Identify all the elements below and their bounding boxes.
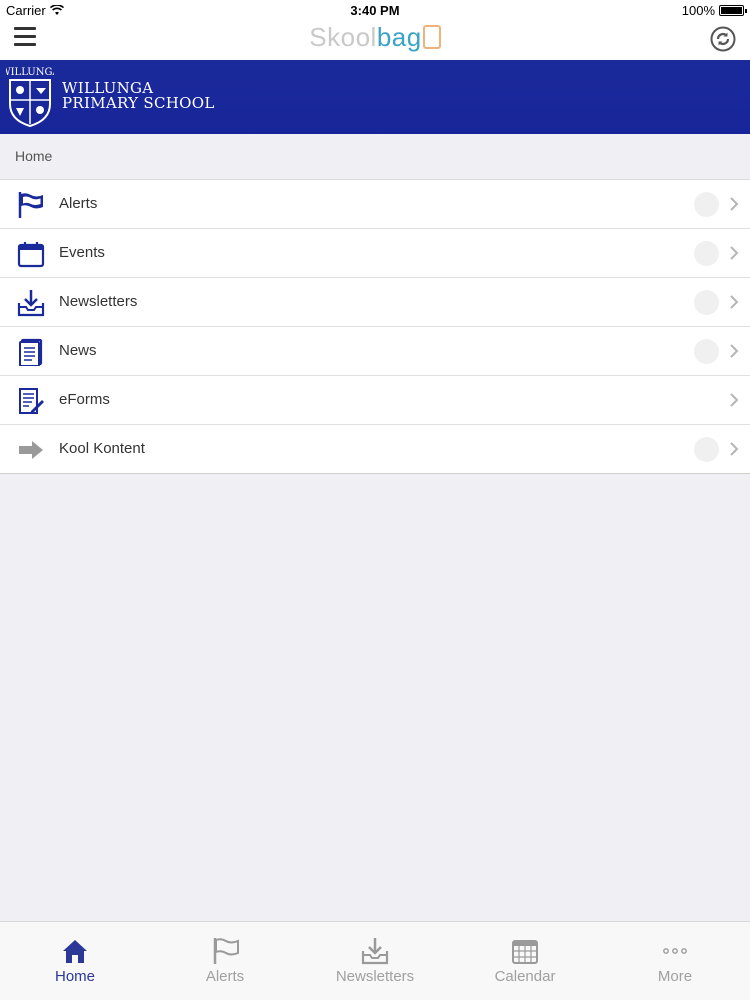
calendar-icon [17, 242, 45, 268]
nav-bar: Skoolbag [0, 20, 750, 60]
chevron-right-icon [730, 246, 739, 260]
more-dots-icon [663, 948, 687, 954]
menu-item-label: eForms [59, 391, 110, 408]
tab-label: Calendar [494, 968, 556, 985]
tab-bar: Home Alerts Newsletters Calendar More [0, 921, 750, 1000]
flag-icon [18, 192, 43, 218]
menu-item-label: Alerts [59, 195, 98, 212]
chevron-right-icon [730, 344, 739, 358]
count-badge [694, 437, 719, 462]
status-bar: Carrier 3:40 PM 100% [0, 0, 750, 20]
arrow-right-icon [19, 441, 43, 459]
chevron-right-icon [730, 295, 739, 309]
battery-icon [719, 5, 747, 16]
school-banner: WILLUNGA WILLUNGA PRIMARY SCHOOL [0, 60, 750, 134]
menu-item-news[interactable]: News [0, 327, 750, 376]
menu-item-label: News [59, 342, 97, 359]
school-name: WILLUNGA PRIMARY SCHOOL [62, 81, 215, 111]
menu-item-label: Events [59, 244, 105, 261]
menu-item-alerts[interactable]: Alerts [0, 180, 750, 229]
status-time: 3:40 PM [350, 3, 400, 18]
sync-icon[interactable] [710, 26, 736, 52]
inbox-download-icon [17, 290, 45, 317]
skoolbag-logo: Skoolbag [0, 22, 750, 53]
menu-item-events[interactable]: Events [0, 229, 750, 278]
count-badge [694, 339, 719, 364]
battery-percent: 100% [681, 3, 715, 18]
tab-label: More [657, 968, 693, 985]
chevron-right-icon [730, 393, 739, 407]
tab-label: Home [54, 968, 95, 985]
main-menu-list: Alerts Events Newsletters News eForms Ko… [0, 179, 750, 474]
tab-label: Newsletters [335, 968, 415, 985]
form-pen-icon [19, 388, 44, 414]
tab-label: Alerts [205, 968, 245, 985]
breadcrumb: Home [0, 134, 750, 179]
calendar-grid-icon [512, 940, 538, 964]
tab-calendar[interactable]: Calendar [450, 922, 600, 1000]
school-crest-icon: WILLUNGA [6, 67, 54, 128]
count-badge [694, 241, 719, 266]
chevron-right-icon [730, 197, 739, 211]
flag-icon [213, 938, 239, 964]
document-icon [19, 338, 43, 366]
tab-home[interactable]: Home [0, 922, 150, 1000]
battery-indicator: 100% [681, 3, 747, 18]
tab-newsletters[interactable]: Newsletters [300, 922, 450, 1000]
home-icon [63, 940, 87, 963]
inbox-download-icon [361, 938, 389, 965]
menu-item-kool-kontent[interactable]: Kool Kontent [0, 425, 750, 474]
menu-item-newsletters[interactable]: Newsletters [0, 278, 750, 327]
menu-item-eforms[interactable]: eForms [0, 376, 750, 425]
menu-item-label: Kool Kontent [59, 440, 145, 457]
menu-item-label: Newsletters [59, 293, 138, 310]
tab-more[interactable]: More [600, 922, 750, 1000]
chevron-right-icon [730, 442, 739, 456]
school-name-line2: PRIMARY SCHOOL [62, 94, 215, 112]
count-badge [694, 290, 719, 315]
tab-alerts[interactable]: Alerts [150, 922, 300, 1000]
svg-text:WILLUNGA: WILLUNGA [6, 67, 54, 78]
book-icon [422, 25, 441, 49]
count-badge [694, 192, 719, 217]
